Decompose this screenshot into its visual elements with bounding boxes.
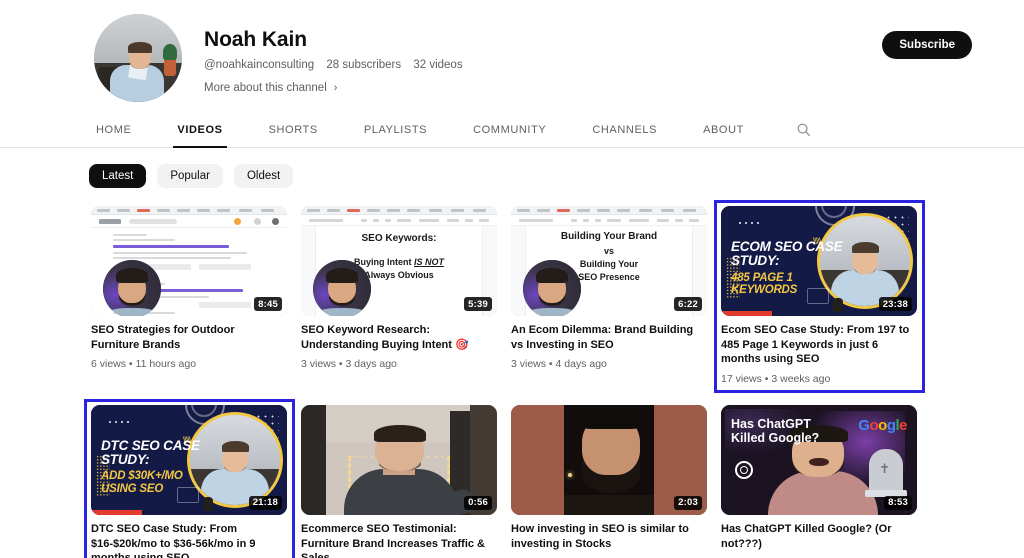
video-card-4[interactable]: \\\\\ ECOM SEO CASE STUDY: 485 PAGE 1 KE…: [714, 200, 925, 393]
tab-home[interactable]: HOME: [96, 112, 131, 148]
decor-lamp: [203, 496, 213, 511]
creator-face-overlay: [313, 260, 371, 316]
thumbnail-headline-8: Has ChatGPT Killed Google?: [731, 416, 820, 446]
video-duration-1: 8:45: [254, 297, 282, 311]
video-thumbnail-6[interactable]: 0:56: [301, 404, 497, 515]
tab-playlists[interactable]: PLAYLISTS: [364, 112, 427, 148]
thumb3-line2: vs: [603, 245, 614, 256]
video-title-4[interactable]: Ecom SEO Case Study: From 197 to 485 Pag…: [721, 323, 913, 367]
more-about-channel-link[interactable]: More about this channel ›: [204, 82, 472, 94]
filter-chip-latest[interactable]: Latest: [89, 164, 147, 188]
channel-name: Noah Kain: [204, 28, 307, 51]
thumbnail-headline-5: DTC SEO CASE STUDY: ADD $30K+/MO USING S…: [101, 439, 221, 495]
thumb5-accent: ADD $30K+/MO USING SEO: [101, 470, 183, 495]
more-about-channel-label: More about this channel: [204, 82, 327, 95]
video-card-1[interactable]: 8:45 SEO Strategies for Outdoor Furnitur…: [86, 202, 293, 391]
video-title-3[interactable]: An Ecom Dilemma: Brand Building vs Inves…: [511, 323, 703, 352]
avatar-hair: [128, 42, 153, 53]
video-card-6[interactable]: 0:56 Ecommerce SEO Testimonial: Furnitur…: [296, 401, 503, 558]
thumb3-line1: Building Your Brand: [560, 231, 658, 242]
decor-red-bar: [91, 509, 142, 515]
google-letter-o1: o: [869, 416, 879, 434]
video-thumbnail-4[interactable]: \\\\\ ECOM SEO CASE STUDY: 485 PAGE 1 KE…: [721, 206, 917, 316]
chevron-right-icon: ›: [333, 82, 338, 95]
tab-videos[interactable]: VIDEOS: [173, 112, 227, 148]
google-letter-o2: o: [878, 416, 887, 434]
video-duration-7: 2:03: [674, 495, 702, 510]
openai-logo-icon: [735, 460, 753, 479]
creator-face-overlay: [523, 260, 581, 316]
google-wordmark-icon: Google: [858, 417, 907, 434]
video-thumbnail-3[interactable]: Building Your Brand vs Building Your SEO…: [511, 206, 707, 316]
video-title-1[interactable]: SEO Strategies for Outdoor Furniture Bra…: [91, 323, 283, 352]
filter-chip-oldest[interactable]: Oldest: [233, 164, 294, 188]
decor-dots-top: [737, 220, 763, 225]
video-duration-3: 6:22: [674, 297, 702, 311]
video-duration-6: 0:56: [464, 495, 492, 510]
bookmark-bar: [91, 206, 287, 215]
channel-avatar[interactable]: [94, 14, 182, 102]
video-filter-chips: Latest Popular Oldest: [0, 148, 1024, 202]
channel-handle: @noahkainconsulting: [204, 59, 315, 72]
thumbnail-headline-4: ECOM SEO CASE STUDY: 485 PAGE 1 KEYWORDS: [731, 240, 851, 296]
video-meta-3: 3 views • 4 days ago: [511, 358, 607, 371]
video-thumbnail-5[interactable]: \\\\\ DTC SEO CASE STUDY: ADD $30K+/MO U…: [91, 404, 287, 515]
video-card-8[interactable]: Has ChatGPT Killed Google? Google ✝ 8:53…: [716, 401, 923, 558]
video-card-5[interactable]: \\\\\ DTC SEO CASE STUDY: ADD $30K+/MO U…: [84, 398, 295, 558]
browser-tab-strip: [301, 206, 497, 215]
video-title-7[interactable]: How investing in SEO is similar to inves…: [511, 522, 703, 551]
filter-chip-popular[interactable]: Popular: [157, 164, 223, 188]
video-thumbnail-7[interactable]: 2:03: [511, 404, 707, 515]
video-duration-8: 8:53: [884, 495, 912, 510]
video-thumbnail-2[interactable]: SEO Keywords: Buying Intent IS NOT Alway…: [301, 206, 497, 316]
channel-meta: Noah Kain @noahkainconsulting 28 subscri…: [204, 14, 472, 94]
tab-channels[interactable]: CHANNELS: [592, 112, 657, 148]
search-icon[interactable]: [796, 122, 811, 137]
decor-red-bar: [721, 311, 772, 316]
video-card-2[interactable]: SEO Keywords: Buying Intent IS NOT Alway…: [296, 202, 503, 391]
tab-community[interactable]: COMMUNITY: [473, 112, 546, 148]
tab-about[interactable]: ABOUT: [703, 112, 744, 148]
video-card-7[interactable]: 2:03 How investing in SEO is similar to …: [506, 401, 713, 558]
channel-stats: @noahkainconsulting 28 subscribers 32 vi…: [204, 59, 472, 71]
google-letter-e: e: [899, 416, 907, 434]
google-letter-g: G: [858, 416, 870, 434]
decor-lamp: [833, 298, 843, 312]
search-bar-mini: [129, 219, 177, 224]
video-meta-1: 6 views • 11 hours ago: [91, 358, 197, 371]
channel-video-count: 32 videos: [413, 59, 463, 72]
video-grid: 8:45 SEO Strategies for Outdoor Furnitur…: [0, 200, 1024, 558]
video-card-3[interactable]: Building Your Brand vs Building Your SEO…: [506, 202, 713, 391]
google-logo-small: [99, 219, 121, 224]
video-meta-2: 3 views • 3 days ago: [301, 358, 397, 371]
video-meta-4: 17 views • 3 weeks ago: [721, 372, 831, 385]
browser-tab-strip: [511, 206, 707, 215]
doc-toolbar: [301, 215, 497, 226]
cross-icon: ✝: [879, 460, 890, 476]
video-thumbnail-1[interactable]: 8:45: [91, 206, 287, 316]
doc-toolbar: [511, 215, 707, 226]
channel-header: Noah Kain @noahkainconsulting 28 subscri…: [0, 0, 1024, 112]
thumb2-line2b: IS NOT: [413, 256, 444, 267]
video-duration-5: 21:18: [248, 495, 282, 510]
channel-subscribers: 28 subscribers: [326, 59, 402, 72]
channel-tabs: HOME VIDEOS SHORTS PLAYLISTS COMMUNITY C…: [0, 112, 1024, 148]
video-title-8[interactable]: Has ChatGPT Killed Google? (Or not???): [721, 522, 913, 551]
decor-dots-top: [107, 418, 133, 424]
youtube-channel-page: Noah Kain @noahkainconsulting 28 subscri…: [0, 0, 1024, 558]
video-title-6[interactable]: Ecommerce SEO Testimonial: Furniture Bra…: [301, 522, 493, 558]
thumb4-accent: 485 PAGE 1 KEYWORDS: [731, 271, 798, 296]
creator-face-overlay: [103, 260, 161, 316]
video-thumbnail-8[interactable]: Has ChatGPT Killed Google? Google ✝ 8:53: [721, 404, 917, 515]
video-title-2[interactable]: SEO Keyword Research: Understanding Buyi…: [301, 323, 493, 352]
subscribe-button[interactable]: Subscribe: [882, 31, 972, 59]
tab-shorts[interactable]: SHORTS: [269, 112, 318, 148]
thumb2-line1: SEO Keywords:: [361, 233, 437, 244]
video-duration-4: 23:38: [878, 297, 912, 311]
thumb4-head: ECOM SEO CASE STUDY:: [731, 239, 843, 268]
thumb5-head: DTC SEO CASE STUDY:: [101, 437, 200, 467]
video-duration-2: 5:39: [464, 297, 492, 311]
video-title-5[interactable]: DTC SEO Case Study: From $16-$20k/mo to …: [91, 522, 283, 558]
avatar-plant: [163, 44, 178, 76]
